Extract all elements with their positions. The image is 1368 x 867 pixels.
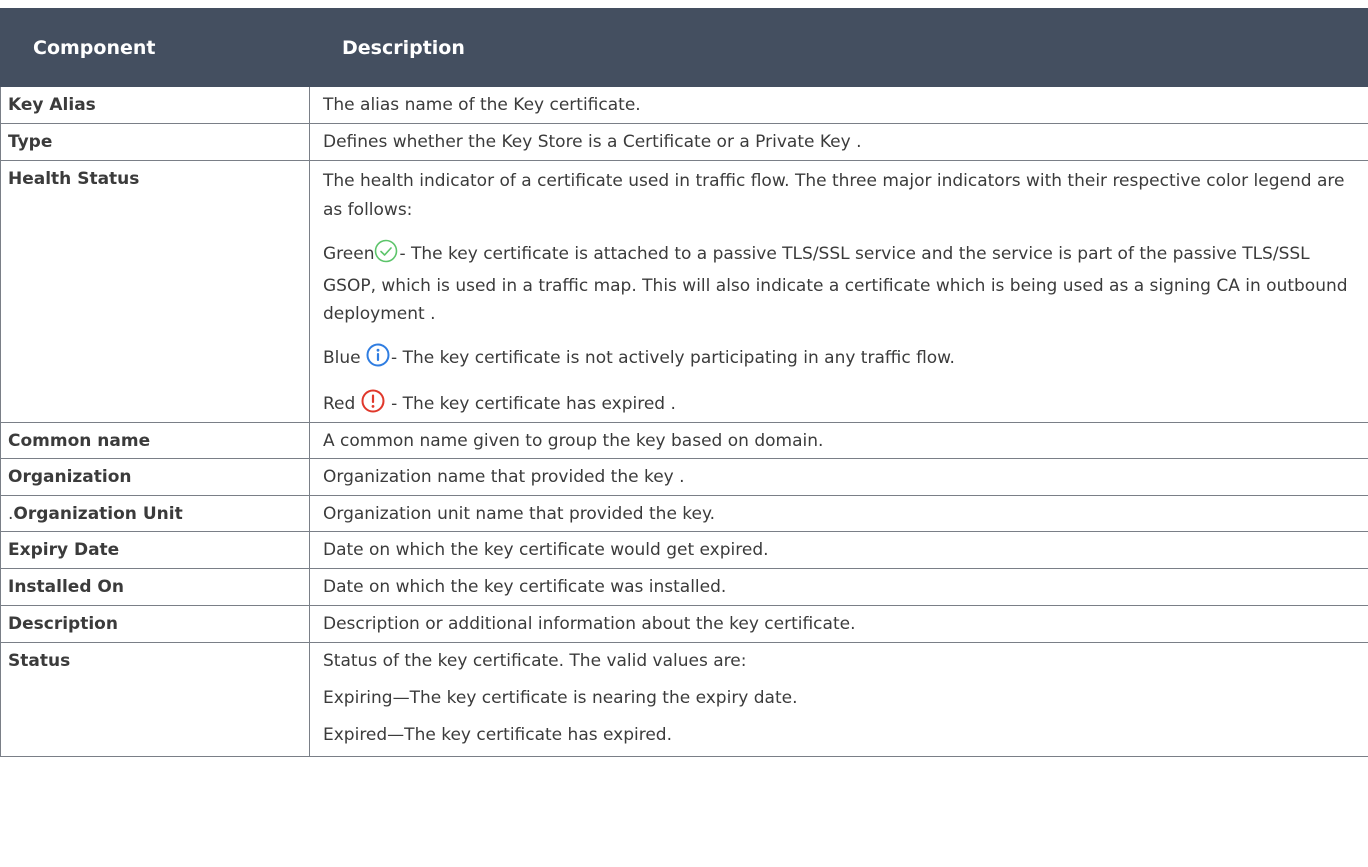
component-description: Organization name that provided the key … xyxy=(309,458,1368,496)
component-description: The health indicator of a certificate us… xyxy=(309,160,1368,423)
component-name: Status xyxy=(0,642,310,757)
component-name: Type xyxy=(0,123,310,161)
component-name: Installed On xyxy=(0,568,310,606)
component-description: The alias name of the Key certificate. xyxy=(309,86,1368,124)
component-description: Status of the key certificate. The valid… xyxy=(309,642,1368,757)
health-red-item: Red - The key certificate has expired . xyxy=(323,389,1354,422)
table-row: Description Description or additional in… xyxy=(0,605,1368,643)
component-name: .Organization Unit xyxy=(0,495,310,532)
header-component: Component xyxy=(0,8,310,87)
table-row: Common name A common name given to group… xyxy=(0,422,1368,459)
table-row: Key Alias The alias name of the Key cert… xyxy=(0,86,1368,124)
health-status-intro: The health indicator of a certificate us… xyxy=(323,171,1345,220)
component-description: Organization unit name that provided the… xyxy=(309,495,1368,532)
table-row: Health Status The health indicator of a … xyxy=(0,160,1368,423)
component-table: Component Description Key Alias The alia… xyxy=(0,8,1368,757)
component-description: Date on which the key certificate would … xyxy=(309,531,1368,569)
status-line: Expiring—The key certificate is nearing … xyxy=(323,688,798,708)
table-row: Expiry Date Date on which the key certif… xyxy=(0,531,1368,569)
table-row: Type Defines whether the Key Store is a … xyxy=(0,123,1368,161)
header-description: Description xyxy=(309,8,1368,87)
component-name: Organization xyxy=(0,458,310,496)
status-line: Expired—The key certificate has expired. xyxy=(323,725,673,745)
table-row: .Organization Unit Organization unit nam… xyxy=(0,495,1368,532)
red-label: Red xyxy=(323,394,356,414)
component-name: Health Status xyxy=(0,160,310,423)
table-row: Organization Organization name that prov… xyxy=(0,458,1368,496)
table-header-row: Component Description xyxy=(0,8,1368,87)
component-name: Description xyxy=(0,605,310,643)
component-name: Key Alias xyxy=(0,86,310,124)
component-name: Expiry Date xyxy=(0,531,310,569)
blue-text: - The key certificate is not actively pa… xyxy=(391,348,955,368)
health-green-item: Green - The key certificate is attached t… xyxy=(323,239,1354,328)
component-description: Date on which the key certificate was in… xyxy=(309,568,1368,606)
table-row: Installed On Date on which the key certi… xyxy=(0,568,1368,606)
table-row: Status Status of the key certificate. Th… xyxy=(0,642,1368,757)
blue-label: Blue xyxy=(323,348,361,368)
green-label: Green xyxy=(323,244,375,264)
name-text: Organization Unit xyxy=(13,504,183,524)
alert-circle-icon xyxy=(361,389,385,422)
health-blue-item: Blue - The key certificate is not active… xyxy=(323,343,1354,376)
red-text: - The key certificate has expired . xyxy=(385,394,676,414)
info-circle-icon xyxy=(366,343,390,376)
component-description: A common name given to group the key bas… xyxy=(309,422,1368,459)
component-description: Defines whether the Key Store is a Certi… xyxy=(309,123,1368,161)
component-description: Description or additional information ab… xyxy=(309,605,1368,643)
status-line: Status of the key certificate. The valid… xyxy=(323,651,747,671)
check-circle-icon xyxy=(374,239,398,272)
component-name: Common name xyxy=(0,422,310,459)
green-text: - The key certificate is attached to a p… xyxy=(323,244,1348,324)
